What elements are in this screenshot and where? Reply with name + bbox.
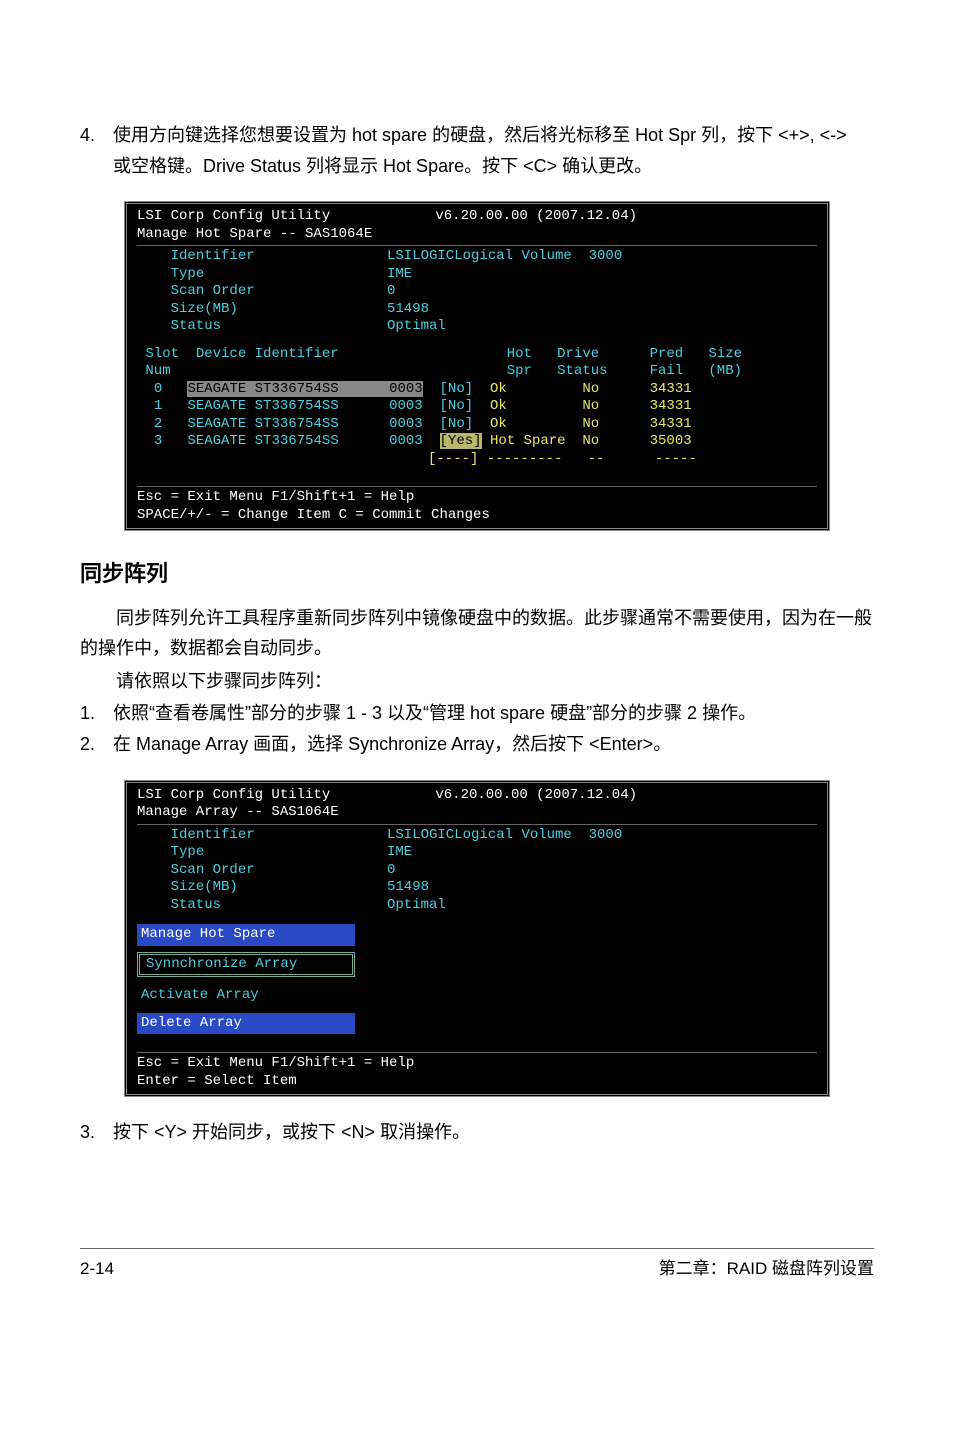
terminal-manage-array: LSI Corp Config Utility v6.20.00.00 (200… <box>124 780 830 1098</box>
table-rows: 0 SEAGATE ST336754SS 0003 [No] Ok No 343… <box>127 381 827 469</box>
table-header: Slot Device Identifier Hot Drive Pred Si… <box>127 346 827 381</box>
step-1b: 1. 依照“查看卷属性”部分的步骤 1 - 3 以及“管理 hot spare … <box>80 698 874 729</box>
table-row[interactable]: 0 SEAGATE ST336754SS 0003 [No] Ok No 343… <box>137 381 817 399</box>
page-number: 2-14 <box>80 1255 114 1284</box>
table-row[interactable]: 2 SEAGATE ST336754SS 0003 [No] Ok No 343… <box>137 416 817 434</box>
prop-label: Size(MB) <box>171 879 238 895</box>
prop-label: Type <box>171 266 205 282</box>
paragraph: 同步阵列允许工具程序重新同步阵列中镜像硬盘中的数据。此步骤通常不需要使用，因为在… <box>80 603 874 664</box>
page-footer: 2-14 第二章：RAID 磁盘阵列设置 <box>80 1248 874 1284</box>
terminal-manage-hot-spare: LSI Corp Config Utility v6.20.00.00 (200… <box>124 201 830 531</box>
prop-label: Type <box>171 844 205 860</box>
term-title-right: v6.20.00.00 (2007.12.04) <box>435 787 637 805</box>
prop-label: Scan Order <box>171 283 255 299</box>
prop-label: Status <box>171 318 221 334</box>
menu-item-activate-array[interactable]: Activate Array <box>137 985 355 1007</box>
step-text: 使用方向键选择您想要设置为 hot spare 的硬盘，然后将光标移至 Hot … <box>113 120 867 181</box>
steps-list-c: 3. 按下 <Y> 开始同步，或按下 <N> 取消操作。 <box>80 1117 874 1148</box>
menu-options: Manage Hot Spare Synnchronize Array Acti… <box>127 924 827 1034</box>
term-foot1: Esc = Exit Menu F1/Shift+1 = Help <box>127 1055 827 1073</box>
prop-label: Status <box>171 897 221 913</box>
step-3b: 3. 按下 <Y> 开始同步，或按下 <N> 取消操作。 <box>80 1117 874 1148</box>
step-number: 3. <box>80 1117 108 1148</box>
step-text: 在 Manage Array 画面，选择 Synchronize Array，然… <box>113 729 867 760</box>
term-foot1: Esc = Exit Menu F1/Shift+1 = Help <box>127 489 827 507</box>
steps-list-b: 1. 依照“查看卷属性”部分的步骤 1 - 3 以及“管理 hot spare … <box>80 698 874 759</box>
prop-value: Optimal <box>387 318 446 334</box>
term-foot2: SPACE/+/- = Change Item C = Commit Chang… <box>127 507 827 525</box>
prop-value: 51498 <box>387 301 429 317</box>
step-number: 4. <box>80 120 108 151</box>
prop-value: 0 <box>387 862 395 878</box>
prop-label: Identifier <box>171 827 255 843</box>
steps-list: 4. 使用方向键选择您想要设置为 hot spare 的硬盘，然后将光标移至 H… <box>80 120 874 181</box>
paragraph: 请依照以下步骤同步阵列： <box>80 666 874 697</box>
menu-item-delete-array[interactable]: Delete Array <box>137 1013 355 1035</box>
term-subtitle: Manage Array -- SAS1064E <box>127 804 827 822</box>
prop-label: Identifier <box>171 248 255 264</box>
term-subtitle: Manage Hot Spare -- SAS1064E <box>127 226 827 244</box>
prop-value: LSILOGICLogical Volume 3000 <box>387 248 622 264</box>
step-number: 2. <box>80 729 108 760</box>
prop-value: IME <box>387 266 412 282</box>
step-2b: 2. 在 Manage Array 画面，选择 Synchronize Arra… <box>80 729 874 760</box>
divider <box>137 245 817 246</box>
prop-rows: Identifier LSILOGICLogical Volume 3000 Ty… <box>127 248 827 336</box>
term-title-right: v6.20.00.00 (2007.12.04) <box>435 208 637 226</box>
divider <box>137 486 817 487</box>
term-title-left: LSI Corp Config Utility <box>137 787 330 803</box>
step-4: 4. 使用方向键选择您想要设置为 hot spare 的硬盘，然后将光标移至 H… <box>80 120 874 181</box>
divider <box>137 824 817 825</box>
prop-value: Optimal <box>387 897 446 913</box>
prop-value: LSILOGICLogical Volume 3000 <box>387 827 622 843</box>
prop-value: IME <box>387 844 412 860</box>
prop-value: 0 <box>387 283 395 299</box>
step-text: 依照“查看卷属性”部分的步骤 1 - 3 以及“管理 hot spare 硬盘”… <box>113 698 867 729</box>
prop-value: 51498 <box>387 879 429 895</box>
dash-row: [----] --------- -- ----- <box>137 451 817 469</box>
step-text: 按下 <Y> 开始同步，或按下 <N> 取消操作。 <box>113 1117 867 1148</box>
menu-item-manage-hot-spare[interactable]: Manage Hot Spare <box>137 924 355 946</box>
term-title-left: LSI Corp Config Utility <box>137 208 330 224</box>
prop-rows: Identifier LSILOGICLogical Volume 3000 Ty… <box>127 827 827 915</box>
term-foot2: Enter = Select Item <box>127 1073 827 1091</box>
menu-item-synchronize-array[interactable]: Synnchronize Array <box>137 952 355 978</box>
table-row[interactable]: 3 SEAGATE ST336754SS 0003 [Yes] Hot Spar… <box>137 433 817 451</box>
divider <box>137 1052 817 1053</box>
prop-label: Size(MB) <box>171 301 238 317</box>
section-heading: 同步阵列 <box>80 555 874 592</box>
table-row[interactable]: 1 SEAGATE ST336754SS 0003 [No] Ok No 343… <box>137 398 817 416</box>
step-number: 1. <box>80 698 108 729</box>
prop-label: Scan Order <box>171 862 255 878</box>
chapter-title: 第二章：RAID 磁盘阵列设置 <box>659 1255 874 1284</box>
